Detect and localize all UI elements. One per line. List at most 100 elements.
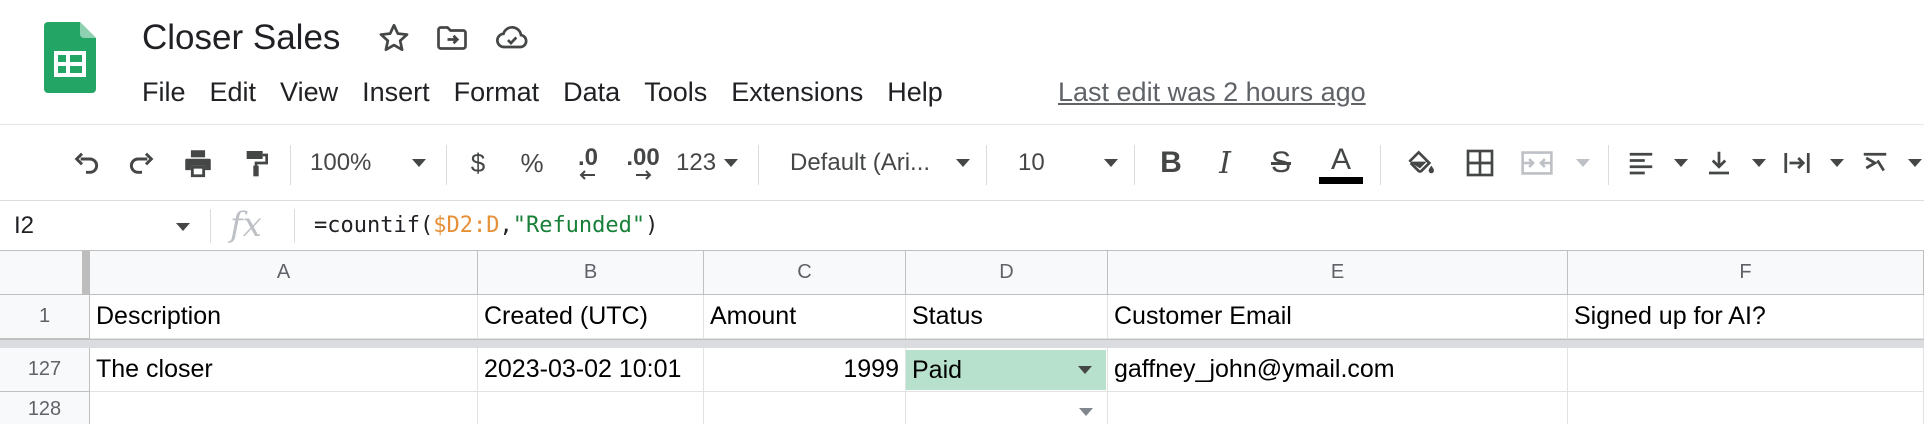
- decrease-decimals-button[interactable]: .0: [568, 139, 608, 187]
- cell-b128[interactable]: [478, 392, 704, 424]
- format-percent-button[interactable]: %: [514, 139, 550, 187]
- cell-d128[interactable]: [906, 392, 1108, 424]
- font-select[interactable]: Default (Ari...: [790, 139, 970, 187]
- chevron-down-icon: [1674, 159, 1688, 167]
- toolbar-separator: [758, 145, 759, 185]
- row-header-1[interactable]: 1: [0, 295, 90, 339]
- chevron-down-icon: [724, 159, 738, 167]
- arrow-left-icon: [579, 170, 595, 180]
- column-header-c[interactable]: C: [704, 251, 906, 295]
- move-to-folder-icon[interactable]: [434, 20, 470, 56]
- text-rotation-button[interactable]: [1860, 139, 1922, 187]
- redo-button[interactable]: [120, 139, 164, 187]
- formula-prefix: =countif(: [314, 213, 434, 238]
- undo-button[interactable]: [64, 139, 108, 187]
- format-currency-button[interactable]: $: [464, 139, 492, 187]
- cell-e1[interactable]: Customer Email: [1108, 295, 1568, 339]
- frozen-column-handle[interactable]: [82, 251, 90, 295]
- status-dropdown-chip[interactable]: Paid: [906, 350, 1106, 390]
- zoom-select[interactable]: 100%: [310, 139, 426, 187]
- chevron-down-icon: [1078, 366, 1092, 374]
- formula-suffix: ): [645, 213, 659, 238]
- text-wrap-icon: [1784, 153, 1810, 173]
- toolbar-separator: [290, 145, 291, 185]
- column-header-b[interactable]: B: [478, 251, 704, 295]
- menu-data[interactable]: Data: [551, 72, 632, 112]
- cell-c127[interactable]: 1999: [704, 348, 906, 392]
- italic-button[interactable]: I: [1210, 139, 1240, 187]
- toolbar-separator: [446, 145, 447, 185]
- menu-format[interactable]: Format: [442, 72, 552, 112]
- cell-b1[interactable]: Created (UTC): [478, 295, 704, 339]
- google-sheets-logo[interactable]: [44, 22, 96, 93]
- text-color-button[interactable]: A: [1318, 139, 1364, 187]
- chevron-down-icon: [1576, 159, 1590, 167]
- menu-edit[interactable]: Edit: [198, 72, 269, 112]
- cell-d1[interactable]: Status: [906, 295, 1108, 339]
- chevron-down-icon: [1752, 159, 1766, 167]
- menu-file[interactable]: File: [130, 72, 198, 112]
- vertical-align-button[interactable]: [1704, 139, 1766, 187]
- bold-button[interactable]: B: [1154, 139, 1188, 187]
- cell-e128[interactable]: [1108, 392, 1568, 424]
- text-wrap-button[interactable]: [1782, 139, 1844, 187]
- menu-insert[interactable]: Insert: [350, 72, 442, 112]
- select-all-corner[interactable]: [0, 251, 90, 295]
- column-header-d[interactable]: D: [906, 251, 1108, 295]
- chevron-down-icon: [1830, 159, 1844, 167]
- last-edit-link[interactable]: Last edit was 2 hours ago: [1058, 72, 1366, 112]
- strikethrough-button[interactable]: S: [1264, 139, 1298, 187]
- chevron-down-icon[interactable]: [176, 223, 190, 231]
- merge-cells-icon: [1521, 151, 1553, 175]
- cell-a127[interactable]: The closer: [90, 348, 478, 392]
- merge-cells-button: [1520, 139, 1590, 187]
- align-left-icon: [1629, 152, 1653, 175]
- horizontal-align-button[interactable]: [1626, 139, 1688, 187]
- column-header-a[interactable]: A: [90, 251, 478, 295]
- paint-format-button[interactable]: [234, 139, 278, 187]
- fill-color-button[interactable]: [1398, 139, 1442, 187]
- column-header-e[interactable]: E: [1108, 251, 1568, 295]
- cell-f1[interactable]: Signed up for AI?: [1568, 295, 1924, 339]
- toolbar-separator: [1608, 145, 1609, 185]
- formula-input[interactable]: =countif($D2:D,"Refunded"): [314, 201, 658, 251]
- print-icon: [185, 150, 211, 178]
- menu-extensions[interactable]: Extensions: [719, 72, 875, 112]
- row-header-128[interactable]: 128: [0, 392, 90, 424]
- cell-f128[interactable]: [1568, 392, 1924, 424]
- menu-help[interactable]: Help: [875, 72, 955, 112]
- cell-c128[interactable]: [704, 392, 906, 424]
- cell-f127[interactable]: [1568, 348, 1924, 392]
- cell-e127[interactable]: gaffney_john@ymail.com: [1108, 348, 1568, 392]
- undo-icon: [74, 152, 99, 174]
- increase-decimals-button[interactable]: .00: [618, 139, 668, 187]
- print-button[interactable]: [176, 139, 220, 187]
- column-header-f[interactable]: F: [1568, 251, 1924, 295]
- chevron-down-icon: [1908, 159, 1922, 167]
- formula-bar: I2 fx =countif($D2:D,"Refunded"): [0, 200, 1924, 250]
- formula-separator: [210, 209, 211, 243]
- zoom-value: 100%: [310, 149, 372, 176]
- row-header-127[interactable]: 127: [0, 348, 90, 392]
- formula-string-arg: "Refunded": [512, 213, 646, 238]
- spreadsheet-grid: A B C D E F 1 Description Created (UTC) …: [0, 250, 1924, 424]
- cell-a128[interactable]: [90, 392, 478, 424]
- paint-format-icon: [246, 151, 268, 177]
- cell-a1[interactable]: Description: [90, 295, 478, 339]
- cloud-saved-icon[interactable]: [494, 20, 530, 56]
- more-formats-button[interactable]: 123: [676, 139, 738, 187]
- menu-view[interactable]: View: [268, 72, 350, 112]
- menu-tools[interactable]: Tools: [632, 72, 719, 112]
- name-box[interactable]: I2: [14, 201, 194, 251]
- chevron-down-icon[interactable]: [1079, 408, 1093, 416]
- cell-b127[interactable]: 2023-03-02 10:01: [478, 348, 704, 392]
- align-bottom-icon: [1709, 151, 1729, 175]
- font-size-select[interactable]: 10: [1018, 139, 1118, 187]
- star-icon[interactable]: [376, 20, 412, 56]
- menu-bar: File Edit View Insert Format Data Tools …: [130, 72, 955, 112]
- document-title[interactable]: Closer Sales: [142, 16, 340, 60]
- chevron-down-icon: [412, 159, 426, 167]
- cell-c1[interactable]: Amount: [704, 295, 906, 339]
- borders-button[interactable]: [1458, 139, 1502, 187]
- frozen-row-divider[interactable]: [0, 339, 1924, 348]
